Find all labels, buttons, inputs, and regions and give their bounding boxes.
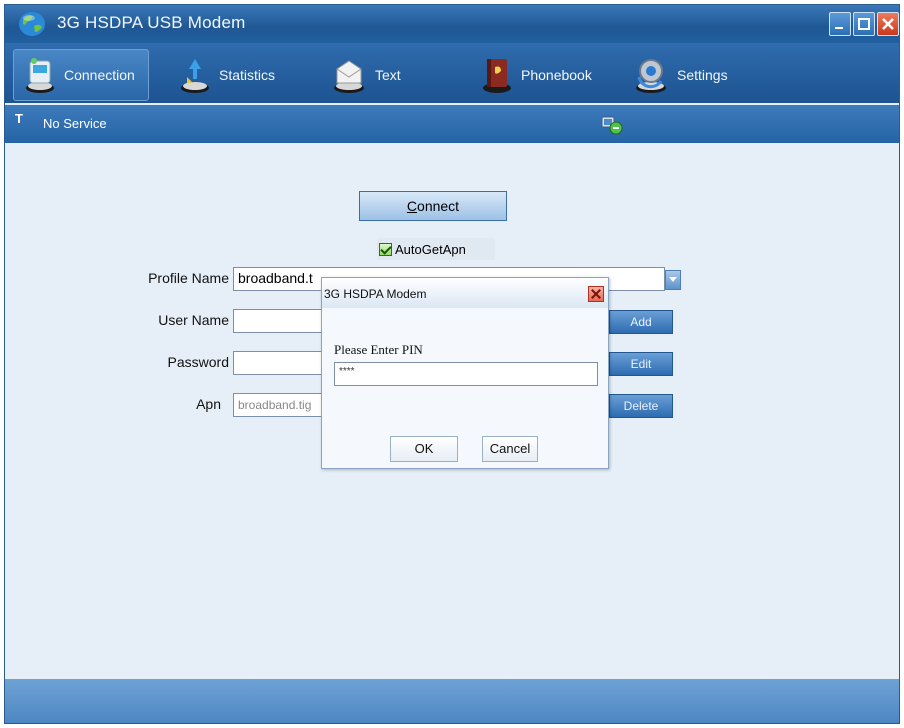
connect-button[interactable]: Connect bbox=[359, 191, 507, 221]
tab-text[interactable]: Text bbox=[321, 49, 431, 101]
settings-icon bbox=[636, 59, 666, 93]
connect-accel: C bbox=[406, 198, 418, 214]
maximize-icon bbox=[858, 18, 870, 30]
dialog-close-icon[interactable] bbox=[588, 286, 604, 302]
tab-text-label: Text bbox=[375, 67, 401, 83]
apn-field[interactable]: broadband.tig bbox=[233, 393, 323, 417]
modem-window: 3G HSDPA USB Modem Connection Statistics… bbox=[4, 4, 900, 724]
statistics-icon bbox=[181, 59, 209, 93]
maximize-button[interactable] bbox=[853, 12, 875, 36]
tab-statistics-label: Statistics bbox=[219, 67, 276, 83]
password-label: Password bbox=[167, 354, 229, 370]
edit-button[interactable]: Edit bbox=[609, 352, 673, 376]
pin-input[interactable]: **** bbox=[334, 362, 598, 386]
profile-name-label: Profile Name bbox=[148, 270, 229, 286]
dialog-title-bar[interactable]: 3G HSDPA Modem bbox=[322, 278, 608, 308]
text-message-icon bbox=[334, 60, 364, 93]
connection-status-text: No Service bbox=[43, 116, 107, 131]
tab-statistics[interactable]: Statistics bbox=[169, 49, 297, 101]
close-button[interactable] bbox=[877, 12, 899, 36]
tab-phonebook[interactable]: Phonebook bbox=[471, 49, 611, 101]
footer-bar bbox=[5, 679, 899, 723]
add-button[interactable]: Add bbox=[609, 310, 673, 334]
ok-button[interactable]: OK bbox=[390, 436, 458, 462]
user-name-label: User Name bbox=[158, 312, 229, 328]
password-field[interactable] bbox=[233, 351, 323, 375]
dialog-title: 3G HSDPA Modem bbox=[324, 287, 427, 301]
checkbox-checked-icon[interactable] bbox=[379, 242, 392, 256]
connect-label: onnect bbox=[417, 198, 460, 214]
title-bar[interactable]: 3G HSDPA USB Modem bbox=[5, 5, 899, 43]
minimize-icon bbox=[835, 27, 843, 29]
pin-dialog: 3G HSDPA Modem Please Enter PIN **** OK … bbox=[321, 277, 609, 469]
tab-settings-label: Settings bbox=[677, 67, 728, 83]
cancel-button[interactable]: Cancel bbox=[482, 436, 538, 462]
apn-label: Apn bbox=[196, 396, 221, 412]
main-toolbar: Connection Statistics Text Phonebook Set… bbox=[5, 43, 899, 103]
signal-strength-icon: T bbox=[15, 111, 23, 126]
close-icon bbox=[882, 18, 894, 30]
window-title: 3G HSDPA USB Modem bbox=[57, 13, 246, 32]
tab-connection[interactable]: Connection bbox=[13, 49, 149, 101]
tab-settings[interactable]: Settings bbox=[623, 49, 743, 101]
tab-connection-label: Connection bbox=[64, 67, 135, 83]
status-bar: T No Service bbox=[5, 105, 899, 143]
chevron-down-icon[interactable] bbox=[665, 270, 681, 290]
minimize-button[interactable] bbox=[829, 12, 851, 36]
network-status-icon[interactable] bbox=[601, 115, 623, 135]
pin-prompt: Please Enter PIN bbox=[334, 342, 423, 357]
auto-get-apn-label: AutoGetApn bbox=[395, 241, 466, 257]
auto-get-apn-checkbox[interactable]: AutoGetApn bbox=[377, 238, 495, 260]
user-name-field[interactable] bbox=[233, 309, 323, 333]
globe-icon bbox=[19, 12, 45, 36]
phonebook-icon bbox=[483, 59, 511, 93]
delete-button[interactable]: Delete bbox=[609, 394, 673, 418]
tab-phonebook-label: Phonebook bbox=[521, 67, 592, 83]
connection-icon bbox=[26, 58, 54, 93]
